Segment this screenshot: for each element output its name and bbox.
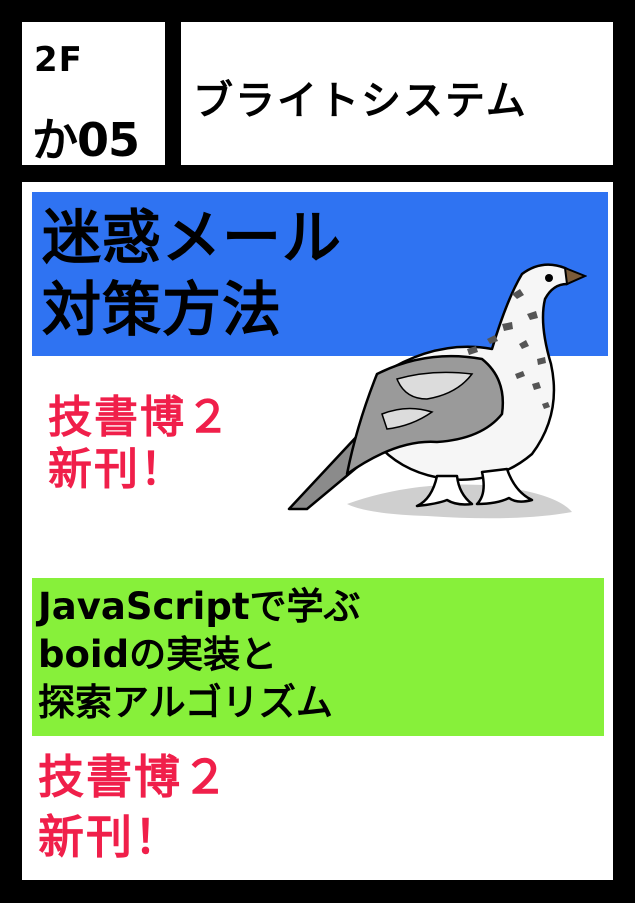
bird-beak: [563, 266, 587, 286]
book2-title-line2: boidの実装と: [38, 633, 278, 676]
book1-new-badge-line2: 新刊！: [48, 444, 186, 495]
book2-new-badge-line2: 新刊！: [38, 810, 182, 864]
bird-right-foot: [475, 467, 534, 506]
bird-eye: [545, 274, 553, 282]
floor-location-box: 2F か05: [22, 22, 165, 167]
booth-number: か05: [32, 113, 140, 167]
book1-title-line2: 対策方法: [42, 275, 283, 344]
circle-name: ブライトシステム: [193, 78, 528, 124]
book2-title-band: JavaScriptで学ぶ boidの実装と 探索アルゴリズム: [32, 578, 604, 736]
book2-new-badge-line1: 技書博２: [38, 750, 230, 804]
circle-name-box: ブライトシステム: [181, 22, 613, 165]
book2-title-line1: JavaScriptで学ぶ: [38, 585, 361, 628]
ptarmigan-bird-icon: [287, 263, 587, 519]
book2-title-line3: 探索アルゴリズム: [38, 681, 333, 724]
main-panel: 迷惑メール 対策方法 技書博２ 新刊！ JavaScriptで学ぶ boidの実…: [22, 182, 613, 880]
floor-label: 2F: [34, 40, 83, 80]
book1-new-badge-line1: 技書博２: [48, 392, 232, 443]
